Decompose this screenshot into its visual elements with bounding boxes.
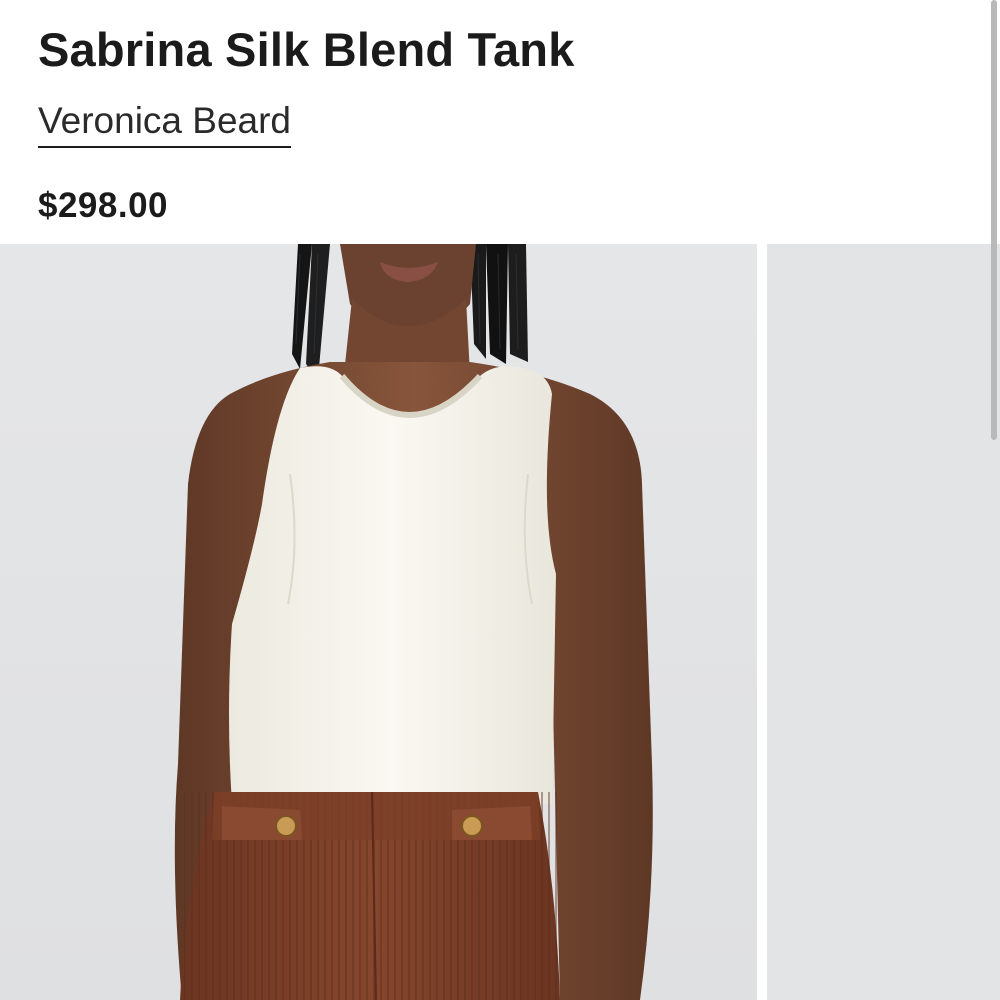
brand-link[interactable]: Veronica Beard <box>38 100 292 148</box>
product-page: Sabrina Silk Blend Tank Veronica Beard $… <box>0 0 1000 1000</box>
product-image-main[interactable] <box>0 244 757 1000</box>
product-photo-next <box>767 244 1000 1000</box>
product-price: $298.00 <box>38 186 169 225</box>
image-gallery[interactable] <box>0 244 1000 1000</box>
product-header: Sabrina Silk Blend Tank Veronica Beard $… <box>0 0 1000 244</box>
product-title: Sabrina Silk Blend Tank <box>38 23 575 76</box>
product-image-next[interactable] <box>767 244 1000 1000</box>
model-photo <box>0 244 757 1000</box>
page-scrollbar[interactable] <box>991 0 997 440</box>
